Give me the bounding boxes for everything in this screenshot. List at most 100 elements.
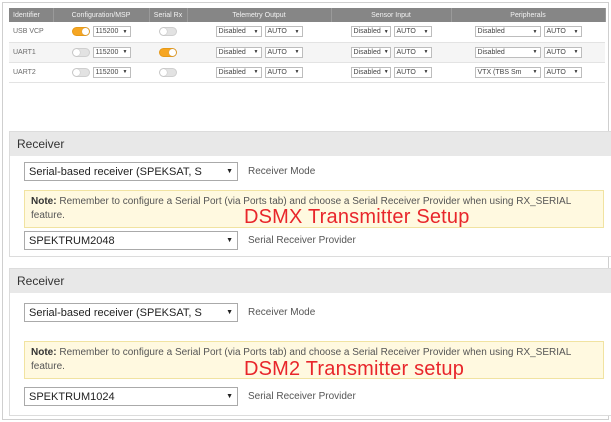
provider-row: SPEKTRUM1024 ▼ Serial Receiver Provider bbox=[24, 387, 356, 406]
sensor-value: Disabled bbox=[353, 68, 381, 76]
telemetry-value: Disabled bbox=[218, 68, 246, 76]
sensor-baud-value: AUTO bbox=[396, 48, 416, 56]
receiver-mode-row: Serial-based receiver (SPEKSAT, S ▼ Rece… bbox=[24, 303, 315, 322]
serial-rx-toggle[interactable] bbox=[159, 67, 177, 77]
sensor-baud-value: AUTO bbox=[396, 68, 416, 76]
chevron-down-icon: ▼ bbox=[573, 49, 579, 55]
header-serial-rx: Serial Rx bbox=[149, 8, 188, 22]
sensor-select[interactable]: Disabled ▼ bbox=[350, 46, 391, 58]
serial-provider-label: Serial Receiver Provider bbox=[248, 391, 356, 402]
peripherals-select[interactable]: Disabled ▼ bbox=[474, 26, 541, 38]
panel-title: Receiver bbox=[10, 132, 611, 156]
chevron-down-icon: ▼ bbox=[253, 49, 259, 55]
receiver-mode-select[interactable]: Serial-based receiver (SPEKSAT, S ▼ bbox=[24, 303, 238, 322]
chevron-down-icon: ▼ bbox=[226, 237, 233, 244]
chevron-down-icon: ▼ bbox=[423, 49, 429, 55]
telemetry-value: Disabled bbox=[218, 28, 246, 36]
sensor-value: Disabled bbox=[353, 48, 381, 56]
telemetry-baud-value: AUTO bbox=[267, 48, 287, 56]
chevron-down-icon: ▼ bbox=[253, 69, 259, 75]
msp-baud-select[interactable]: 115200 ▼ bbox=[92, 26, 131, 38]
port-identifier: UART2 bbox=[9, 62, 53, 83]
telemetry-select[interactable]: Disabled ▼ bbox=[215, 26, 262, 38]
sensor-select[interactable]: Disabled ▼ bbox=[350, 66, 391, 78]
header-sensor-input: Sensor Input bbox=[331, 8, 452, 22]
msp-toggle[interactable] bbox=[71, 27, 90, 37]
port-row-uart2: UART2 115200 ▼ Disabled ▼ AUTO ▼ Disabled ▼ … bbox=[9, 62, 605, 83]
chevron-down-icon: ▼ bbox=[294, 28, 300, 35]
chevron-down-icon: ▼ bbox=[532, 28, 538, 35]
telemetry-baud-select[interactable]: AUTO ▼ bbox=[264, 66, 303, 78]
serial-rx-toggle[interactable] bbox=[159, 27, 177, 37]
sensor-baud-select[interactable]: AUTO ▼ bbox=[393, 46, 432, 58]
telemetry-baud-value: AUTO bbox=[267, 68, 287, 76]
peripherals-baud-select[interactable]: AUTO ▼ bbox=[543, 46, 582, 58]
ports-header-row: Identifier Configuration/MSP Serial Rx T… bbox=[9, 8, 606, 22]
chevron-down-icon: ▼ bbox=[383, 49, 389, 55]
telemetry-select[interactable]: Disabled ▼ bbox=[215, 46, 262, 58]
peripherals-value: Disabled bbox=[477, 48, 505, 56]
sensor-select[interactable]: Disabled ▼ bbox=[350, 26, 391, 38]
telemetry-baud-value: AUTO bbox=[267, 28, 287, 36]
chevron-down-icon: ▼ bbox=[573, 69, 579, 75]
msp-toggle[interactable] bbox=[71, 67, 90, 77]
telemetry-baud-select[interactable]: AUTO ▼ bbox=[264, 26, 303, 38]
provider-row: SPEKTRUM2048 ▼ Serial Receiver Provider bbox=[24, 231, 356, 250]
chevron-down-icon: ▼ bbox=[532, 69, 538, 75]
header-peripherals: Peripherals bbox=[451, 8, 606, 22]
chevron-down-icon: ▼ bbox=[294, 49, 300, 55]
receiver-panel-dsm2: Receiver Serial-based receiver (SPEKSAT,… bbox=[9, 268, 611, 416]
msp-baud-value: 115200 bbox=[95, 68, 119, 76]
receiver-mode-row: Serial-based receiver (SPEKSAT, S ▼ Rece… bbox=[24, 162, 315, 181]
chevron-down-icon: ▼ bbox=[423, 28, 429, 35]
peripherals-select[interactable]: Disabled ▼ bbox=[474, 46, 541, 58]
chevron-down-icon: ▼ bbox=[122, 49, 128, 55]
peripherals-baud-select[interactable]: AUTO ▼ bbox=[543, 66, 582, 78]
serial-provider-select[interactable]: SPEKTRUM2048 ▼ bbox=[24, 231, 238, 250]
receiver-mode-value: Serial-based receiver (SPEKSAT, S bbox=[29, 165, 202, 178]
header-configuration-msp: Configuration/MSP bbox=[53, 8, 150, 22]
chevron-down-icon: ▼ bbox=[226, 309, 233, 316]
chevron-down-icon: ▼ bbox=[383, 28, 389, 35]
peripherals-baud-value: AUTO bbox=[546, 28, 566, 36]
peripherals-baud-value: AUTO bbox=[546, 68, 566, 76]
note-bold: Note: bbox=[31, 347, 57, 358]
sensor-baud-select[interactable]: AUTO ▼ bbox=[393, 66, 432, 78]
chevron-down-icon: ▼ bbox=[253, 28, 259, 35]
sensor-baud-select[interactable]: AUTO ▼ bbox=[393, 26, 432, 38]
telemetry-baud-select[interactable]: AUTO ▼ bbox=[264, 46, 303, 58]
port-row-usb-vcp: USB VCP 115200 ▼ Disabled ▼ AUTO ▼ Disabled… bbox=[9, 22, 605, 43]
receiver-mode-select[interactable]: Serial-based receiver (SPEKSAT, S ▼ bbox=[24, 162, 238, 181]
serial-rx-toggle[interactable] bbox=[159, 47, 177, 57]
peripherals-baud-select[interactable]: AUTO ▼ bbox=[543, 26, 582, 38]
header-telemetry-output: Telemetry Output bbox=[187, 8, 332, 22]
panel-title: Receiver bbox=[10, 269, 611, 293]
chevron-down-icon: ▼ bbox=[573, 28, 579, 35]
serial-provider-value: SPEKTRUM2048 bbox=[29, 234, 115, 247]
msp-baud-select[interactable]: 115200 ▼ bbox=[92, 46, 131, 58]
peripherals-select[interactable]: VTX (TBS Sm ▼ bbox=[474, 66, 541, 78]
chevron-down-icon: ▼ bbox=[122, 28, 128, 35]
receiver-mode-value: Serial-based receiver (SPEKSAT, S bbox=[29, 306, 202, 319]
receiver-mode-label: Receiver Mode bbox=[248, 166, 316, 177]
telemetry-value: Disabled bbox=[218, 48, 246, 56]
note-bold: Note: bbox=[31, 196, 57, 207]
msp-baud-value: 115200 bbox=[95, 48, 119, 56]
chevron-down-icon: ▼ bbox=[423, 69, 429, 75]
serial-provider-value: SPEKTRUM1024 bbox=[29, 390, 115, 403]
header-identifier: Identifier bbox=[9, 8, 54, 22]
msp-toggle[interactable] bbox=[71, 47, 90, 57]
telemetry-select[interactable]: Disabled ▼ bbox=[215, 66, 262, 78]
msp-baud-value: 115200 bbox=[95, 28, 119, 36]
overlay-caption: DSM2 Transmitter setup bbox=[244, 358, 465, 380]
chevron-down-icon: ▼ bbox=[226, 393, 233, 400]
chevron-down-icon: ▼ bbox=[226, 168, 233, 175]
chevron-down-icon: ▼ bbox=[122, 69, 128, 75]
port-row-uart1: UART1 115200 ▼ Disabled ▼ AUTO ▼ Disabled ▼ … bbox=[9, 42, 605, 63]
sensor-baud-value: AUTO bbox=[396, 28, 416, 36]
receiver-panel-dsmx: Receiver Serial-based receiver (SPEKSAT,… bbox=[9, 131, 611, 257]
serial-provider-select[interactable]: SPEKTRUM1024 ▼ bbox=[24, 387, 238, 406]
receiver-mode-label: Receiver Mode bbox=[248, 307, 316, 318]
chevron-down-icon: ▼ bbox=[383, 69, 389, 75]
msp-baud-select[interactable]: 115200 ▼ bbox=[92, 66, 131, 78]
